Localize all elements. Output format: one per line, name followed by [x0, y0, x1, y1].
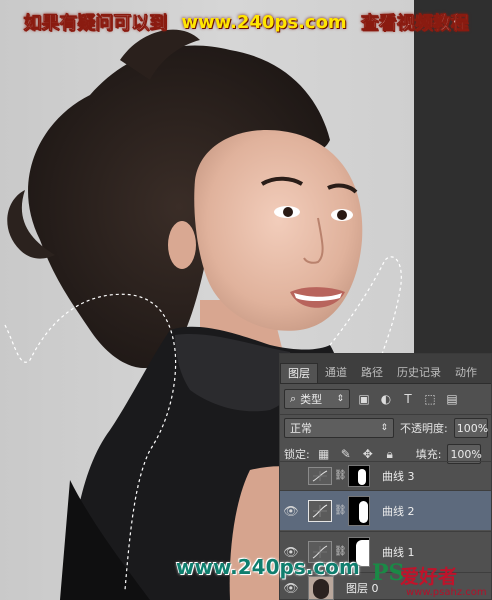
banner-left-text: 如果有疑问可以到 — [23, 13, 168, 35]
layer-thumbnail[interactable] — [308, 575, 334, 600]
link-icon[interactable]: ⛓ — [334, 505, 347, 516]
layer-row-curves2[interactable]: 👁︎ ⛓ 曲线 2 — [280, 490, 491, 530]
header-banner: 如果有疑问可以到 www.240ps.com 查看视频教程 — [0, 0, 492, 44]
eye-icon[interactable]: 👁︎ — [280, 504, 302, 518]
banner-right-text: 查看视频教程 — [360, 13, 469, 35]
opacity-value: 100% — [456, 421, 489, 435]
blend-row: 正常 ⇕ 不透明度: 100% — [284, 418, 488, 438]
filter-row: ⌕ 类型 ⇕ ▣ ◐ T ⬚ ▤ — [284, 389, 460, 409]
layer-mask-thumbnail[interactable] — [348, 495, 370, 526]
tab-channels[interactable]: 通道 — [318, 363, 354, 383]
opacity-label: 不透明度: — [400, 422, 448, 435]
adjustment-filter-icon[interactable]: ◐ — [378, 391, 394, 407]
layer-name[interactable]: 曲线 1 — [382, 544, 415, 560]
opacity-input[interactable]: 100% — [453, 418, 489, 438]
divider — [280, 414, 491, 415]
search-icon: ⌕ — [290, 392, 297, 405]
tab-actions[interactable]: 动作 — [448, 363, 484, 383]
tab-history[interactable]: 历史记录 — [390, 363, 448, 383]
lock-transparent-icon[interactable]: ▦ — [316, 446, 332, 462]
layer-name[interactable]: 曲线 3 — [382, 468, 415, 484]
lock-label: 锁定: — [284, 448, 310, 461]
shape-filter-icon[interactable]: ⬚ — [422, 391, 438, 407]
layer-name[interactable]: 曲线 2 — [382, 503, 415, 519]
fill-label: 填充: — [415, 448, 442, 461]
curves-adjustment-icon — [308, 499, 332, 522]
panel-tabs: 图层 通道 路径 历史记录 动作 — [280, 354, 491, 384]
watermark-url: www.240ps.com — [176, 555, 360, 579]
tab-paths[interactable]: 路径 — [354, 363, 390, 383]
watermark-logo: PS 爱好者 www.psahz.com — [370, 560, 492, 600]
chevron-updown-icon: ⇕ — [336, 394, 344, 404]
lock-move-icon[interactable]: ✥ — [360, 446, 376, 462]
lock-all-icon[interactable]: 🔒︎ — [382, 446, 398, 462]
blend-mode-label: 正常 — [290, 422, 312, 435]
type-filter-icon[interactable]: T — [400, 391, 416, 407]
tab-layers[interactable]: 图层 — [280, 363, 318, 383]
filter-kind-label: 类型 — [300, 393, 323, 406]
chevron-updown-icon: ⇕ — [380, 423, 388, 433]
logo-cn: 爱好者 — [400, 566, 458, 588]
filter-kind-select[interactable]: ⌕ 类型 ⇕ — [284, 389, 350, 409]
link-icon[interactable]: ⛓ — [334, 470, 347, 481]
eye-icon[interactable]: 👁︎ — [280, 581, 302, 595]
curves-adjustment-icon — [308, 466, 332, 485]
fill-value: 100% — [450, 447, 482, 461]
layer-mask-thumbnail[interactable] — [348, 464, 370, 487]
smart-object-filter-icon[interactable]: ▤ — [444, 391, 460, 407]
layer-row-curves3[interactable]: ⛓ 曲线 3 — [280, 461, 491, 489]
lock-brush-icon[interactable]: ✎ — [338, 446, 354, 462]
blend-mode-select[interactable]: 正常 ⇕ — [284, 418, 394, 438]
banner-url[interactable]: www.240ps.com — [181, 12, 346, 33]
image-filter-icon[interactable]: ▣ — [356, 391, 372, 407]
logo-domain: www.psahz.com — [406, 587, 487, 598]
